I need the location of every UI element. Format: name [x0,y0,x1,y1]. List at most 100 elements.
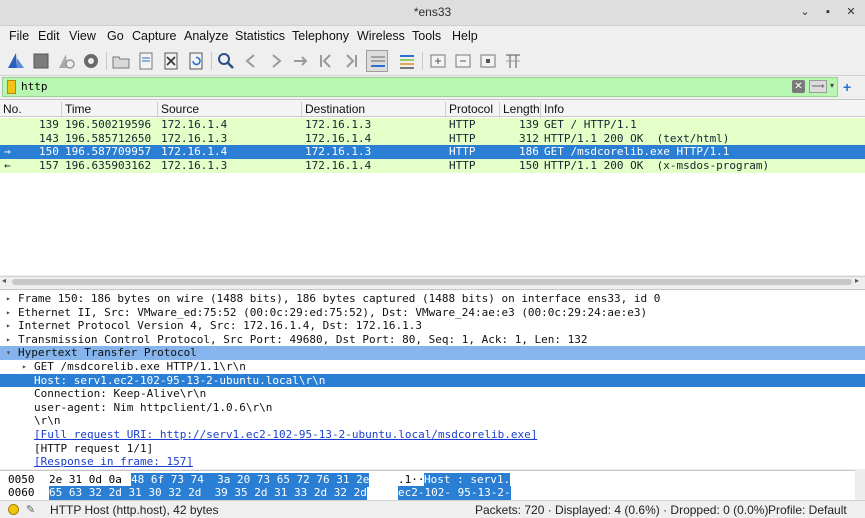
ascii-bytes: .1·· [398,473,425,486]
column-header-length[interactable]: Length [499,102,540,118]
hex-bytes: 2e 31 0d 0a [49,473,129,486]
column-header-time[interactable]: Time [61,102,91,118]
column-header-info[interactable]: Info [540,102,564,118]
detail-tree-item[interactable]: Connection: Keep-Alive\r\n [0,387,865,401]
hex-dump-row[interactable]: 0050 2e 31 0d 0a 48 6f 73 74 3a 20 73 65 … [0,473,855,487]
menu-view[interactable]: View [69,29,96,43]
capture-options-gear-icon[interactable] [80,50,102,72]
resize-columns-icon[interactable] [502,50,524,72]
recent-filters-dropdown-icon[interactable]: ▾ [830,81,834,90]
go-last-icon[interactable] [340,50,362,72]
close-window-button[interactable]: ✕ [843,4,859,20]
packet-row[interactable]: → 150 196.587709957 172.16.1.4 172.16.1.3 HTT… [0,145,865,160]
stop-square-icon[interactable] [30,50,52,72]
maximize-button[interactable]: ▪ [820,4,836,20]
menu-help[interactable]: Help [452,29,478,43]
menu-analyze[interactable]: Analyze [184,29,228,43]
detail-tree-item[interactable]: ▸ Transmission Control Protocol, Src Port… [0,333,865,347]
packet-row[interactable]: 139 196.500219596 172.16.1.4 172.16.1.3 HTTP… [0,118,865,132]
save-file-icon[interactable] [135,50,157,72]
menu-statistics[interactable]: Statistics [235,29,285,43]
display-filter-input[interactable]: http [21,80,48,93]
scrollbar-thumb[interactable] [12,279,852,285]
menu-tools[interactable]: Tools [412,29,441,43]
menu-go[interactable]: Go [107,29,124,43]
close-file-icon[interactable] [160,50,182,72]
column-header-source[interactable]: Source [157,102,199,118]
packet-list-pane: No. Time Source Destination Protocol Len… [0,99,865,275]
collapsed-twisty-icon[interactable]: ▸ [6,292,11,306]
detail-link[interactable]: [Response in frame: 157] [34,455,193,469]
column-header-destination[interactable]: Destination [301,102,365,118]
restart-fin-icon[interactable] [55,50,77,72]
go-forward-icon[interactable] [265,50,287,72]
window-title: *ens33 [413,5,452,19]
go-back-icon[interactable] [240,50,262,72]
cell-protocol: HTTP [449,158,476,172]
status-packet-stats: Packets: 720 · Displayed: 4 (0.6%) · Dro… [475,503,769,517]
detail-label: Frame 150: 186 bytes on wire (1488 bits)… [18,292,661,305]
zoom-normal-icon[interactable] [477,50,499,72]
detail-tree-item[interactable]: [HTTP request 1/1] [0,442,865,456]
clear-filter-icon[interactable]: ✕ [792,80,805,93]
shark-fin-start-icon[interactable] [5,50,27,72]
go-first-icon[interactable] [315,50,337,72]
menu-file[interactable]: File [9,29,29,43]
detail-tree-item[interactable]: [Full request URI: http://serv1.ec2-102-… [0,428,865,442]
display-filter-bar[interactable]: http ✕ ⟶ ▾ [2,77,838,97]
packet-list-horizontal-scrollbar[interactable]: ◂ ▸ [0,276,865,287]
colorize-icon[interactable] [396,50,418,72]
ascii-bytes-selected: Host : serv1. [424,473,511,487]
minimize-button[interactable]: ⌄ [797,4,813,20]
collapsed-twisty-icon[interactable]: ▸ [6,333,11,347]
hex-dump-row[interactable]: 0060 65 63 32 2d 31 30 32 2d 39 35 2d 31 … [0,486,855,500]
detail-tree-item[interactable]: \r\n [0,414,865,428]
detail-tree-item[interactable]: [Response in frame: 157] [0,455,865,469]
detail-tree-item[interactable]: ▾ Hypertext Transfer Protocol [0,346,865,360]
bookmark-icon[interactable] [7,80,16,94]
find-magnifier-icon[interactable] [215,50,237,72]
autoscroll-icon[interactable] [366,50,388,72]
packet-row[interactable]: 143 196.585712650 172.16.1.3 172.16.1.4 HTTP… [0,131,865,146]
collapsed-twisty-icon[interactable]: ▸ [22,360,27,374]
detail-label: Internet Protocol Version 4, Src: 172.16… [18,319,422,333]
packet-details-pane: ▸ Frame 150: 186 bytes on wire (1488 bits… [0,289,865,469]
packet-row[interactable]: ← 157 196.635903162 172.16.1.3 172.16.1.4 HTT… [0,158,865,173]
packet-list-header: No. Time Source Destination Protocol Len… [0,100,865,118]
cell-destination: 172.16.1.3 [305,145,372,159]
collapsed-twisty-icon[interactable]: ▸ [6,319,11,333]
detail-tree-item[interactable]: ▸ Frame 150: 186 bytes on wire (1488 bits… [0,292,865,306]
cell-source: 172.16.1.4 [161,145,228,159]
menu-telephony[interactable]: Telephony [292,29,349,43]
detail-tree-item[interactable]: Host: serv1.ec2-102-95-13-2-ubuntu.local… [0,373,865,388]
status-profile[interactable]: Profile: Default [768,503,847,517]
cell-no: 139 [39,118,59,131]
menu-capture[interactable]: Capture [132,29,176,43]
detail-tree-item[interactable]: ▸ GET /msdcorelib.exe HTTP/1.1\r\n [0,360,865,374]
menu-wireless[interactable]: Wireless [357,29,405,43]
detail-tree-item[interactable]: ▸ Ethernet II, Src: VMware_ed:75:52 (00:0… [0,306,865,320]
collapsed-twisty-icon[interactable]: ▸ [6,306,11,320]
menu-bar: File Edit View Go Capture Analyze Statis… [0,26,865,46]
menu-edit[interactable]: Edit [38,29,60,43]
packet-bytes-scrollbar[interactable] [855,470,865,500]
detail-tree-item[interactable]: ▸ Internet Protocol Version 4, Src: 172.1… [0,319,865,333]
expanded-twisty-icon[interactable]: ▾ [6,346,11,360]
apply-filter-arrow-icon[interactable]: ⟶ [809,80,827,93]
edit-comment-icon[interactable]: ✎ [26,503,35,516]
cell-protocol: HTTP [449,145,476,159]
zoom-in-icon[interactable] [427,50,449,72]
detail-tree-item[interactable]: user-agent: Nim httpclient/1.0.6\r\n [0,401,865,415]
add-filter-button-plus-icon[interactable]: + [843,79,851,95]
scroll-left-icon[interactable]: ◂ [2,276,6,285]
column-header-protocol[interactable]: Protocol [445,102,493,118]
cell-destination: 172.16.1.4 [305,158,372,172]
go-to-packet-icon[interactable] [290,50,312,72]
expert-info-status-icon[interactable] [8,504,19,515]
reload-icon[interactable] [185,50,207,72]
scroll-right-icon[interactable]: ▸ [855,276,859,285]
detail-link[interactable]: [Full request URI: http://serv1.ec2-102-… [34,428,537,442]
open-folder-icon[interactable] [110,50,132,72]
column-header-no[interactable]: No. [0,102,22,118]
zoom-out-icon[interactable] [452,50,474,72]
